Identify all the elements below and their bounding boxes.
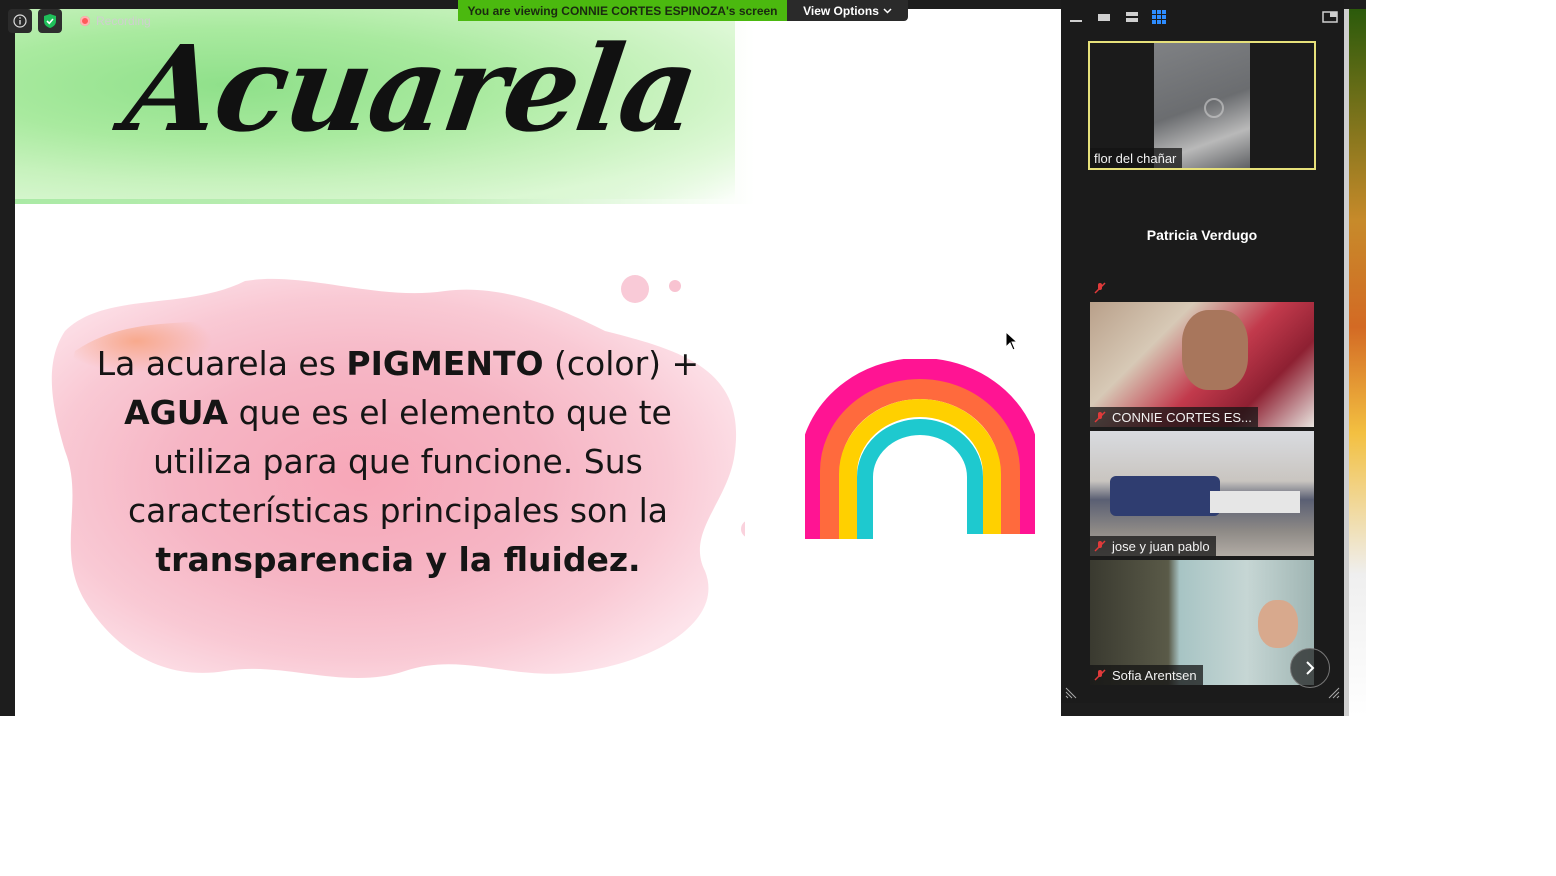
chevron-right-icon xyxy=(1306,661,1315,675)
grid-view-icon[interactable] xyxy=(1151,9,1167,25)
participant-tile[interactable]: jose y juan pablo xyxy=(1090,431,1314,556)
mic-muted-icon xyxy=(1094,669,1106,681)
participant-tile[interactable]: flor del chañar xyxy=(1088,41,1316,170)
slide-body-text: La acuarela es PIGMENTO (color) + AGUA q… xyxy=(93,339,703,584)
chevron-down-icon xyxy=(883,7,892,14)
slide-text-part: La acuarela es xyxy=(96,344,347,383)
couch xyxy=(1110,476,1220,516)
shield-check-icon xyxy=(44,14,56,28)
participant-name-tag: jose y juan pablo xyxy=(1090,536,1216,556)
slide-text-pigmento: PIGMENTO xyxy=(346,344,544,383)
minimize-icon[interactable] xyxy=(1068,9,1084,25)
participant-name: Patricia Verdugo xyxy=(1146,227,1258,243)
record-icon xyxy=(80,16,90,26)
slide-title: Acuarela xyxy=(117,19,705,158)
view-options-button[interactable]: View Options xyxy=(787,0,908,21)
resize-handle-icon[interactable] xyxy=(1328,687,1340,699)
mic-muted-icon xyxy=(1094,282,1106,294)
window-border xyxy=(1344,9,1349,716)
info-icon xyxy=(13,14,27,28)
participant-name: flor del chañar xyxy=(1094,150,1177,166)
rainbow-illustration xyxy=(805,359,1035,539)
video-highlight xyxy=(1204,98,1224,118)
mouse-cursor-icon xyxy=(1005,331,1019,351)
meeting-info-bar: Recording xyxy=(8,9,151,33)
mic-muted-icon xyxy=(1094,411,1106,423)
viewing-screen-banner: You are viewing CONNIE CORTES ESPINOZA's… xyxy=(458,0,787,21)
participant-name: jose y juan pablo xyxy=(1112,538,1210,554)
table xyxy=(1210,491,1300,513)
mic-muted-icon xyxy=(1094,540,1106,552)
recording-label: Recording xyxy=(96,14,151,28)
participant-tile[interactable]: Patricia Verdugo xyxy=(1090,175,1314,300)
slide-text-transparencia: transparencia y la fluidez. xyxy=(155,540,641,579)
next-page-button[interactable] xyxy=(1290,648,1330,688)
participant-face xyxy=(1258,600,1298,648)
zoom-window: Acuarela La acuarela es PIGMENTO (color)… xyxy=(0,0,1366,716)
meeting-info-button[interactable] xyxy=(8,9,32,33)
view-options-label: View Options xyxy=(803,3,879,18)
participant-name-tag: CONNIE CORTES ES... xyxy=(1090,407,1258,427)
encryption-button[interactable] xyxy=(38,9,62,33)
participant-name: Sofia Arentsen xyxy=(1112,667,1197,683)
slide-text-part: (color) + xyxy=(543,344,700,383)
participant-name: CONNIE CORTES ES... xyxy=(1112,409,1252,425)
popout-icon[interactable] xyxy=(1322,9,1338,25)
speaker-view-icon[interactable] xyxy=(1096,9,1112,25)
shared-screen: Acuarela La acuarela es PIGMENTO (color)… xyxy=(15,9,1061,716)
participant-tile[interactable]: Sofia Arentsen xyxy=(1090,560,1314,685)
participant-name-tag: flor del chañar xyxy=(1090,148,1183,168)
resize-handle-icon[interactable] xyxy=(1065,687,1077,699)
strip-view-icon[interactable] xyxy=(1124,9,1140,25)
panel-toolbar xyxy=(1061,0,1344,36)
participant-tile[interactable]: CONNIE CORTES ES... xyxy=(1090,302,1314,427)
recording-indicator[interactable]: Recording xyxy=(80,14,151,28)
participant-name-tag: Sofia Arentsen xyxy=(1090,665,1203,685)
participant-face xyxy=(1182,310,1248,390)
participant-video-panel: flor del chañar Patricia Verdugo CONNIE … xyxy=(1061,0,1344,703)
slide-text-agua: AGUA xyxy=(124,393,229,432)
